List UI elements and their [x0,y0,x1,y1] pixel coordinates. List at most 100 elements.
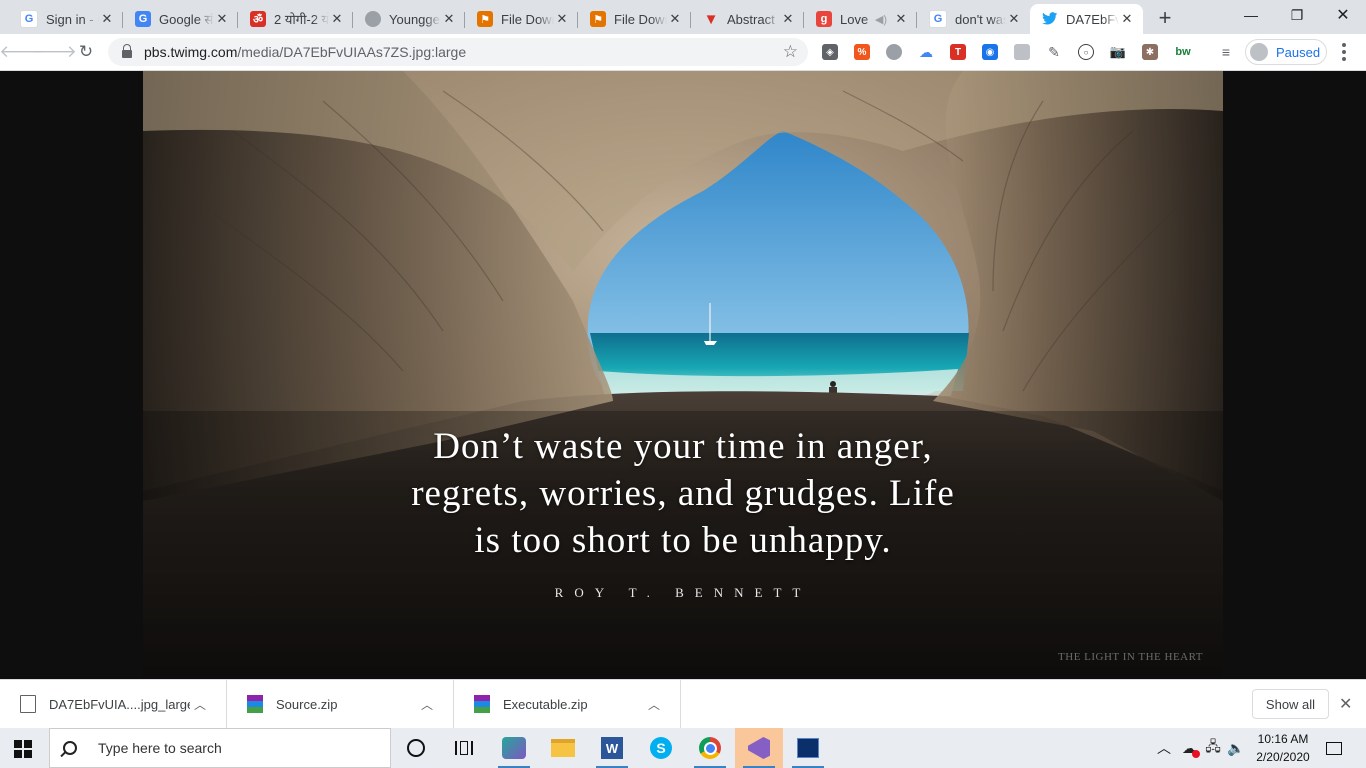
tab-younggeeks[interactable]: Younggeeks ✕ [353,4,465,34]
download-item[interactable]: Source.zip ︿ [227,680,454,728]
tab-love[interactable]: g Love ◀) ✕ [804,4,917,34]
download-item[interactable]: DA7EbFvUIA....jpg_large ︿ [0,680,227,728]
search-placeholder: Type here to search [98,740,222,756]
menu-kebab-icon[interactable] [1336,42,1352,62]
extension-icon[interactable]: % [854,44,870,60]
close-icon[interactable]: ✕ [780,11,796,27]
extension-icon[interactable]: ○ [1078,44,1094,60]
media-queue-icon[interactable]: ≡ [1218,44,1234,60]
chrome-icon[interactable] [686,728,734,768]
close-icon[interactable]: ✕ [1119,11,1135,27]
google-g-icon: G [20,10,38,28]
address-bar[interactable]: pbs.twimg.com/media/DA7EbFvUIAAs7ZS.jpg:… [108,38,808,66]
reload-button[interactable]: ↻ [72,38,100,66]
tab-sign-in[interactable]: G Sign in - Google Accounts ✕ [8,4,123,34]
tab-title: DA7EbFvUIAAs7ZS.jpg [1066,11,1119,27]
close-icon[interactable]: ✕ [214,11,230,27]
task-view-icon[interactable] [440,728,488,768]
word-icon[interactable]: W [588,728,636,768]
extension-icon[interactable]: ◈ [822,44,838,60]
download-item[interactable]: Executable.zip ︿ [454,680,681,728]
tab-abstract[interactable]: ▼ Abstract ✕ [691,4,804,34]
chevron-up-icon[interactable]: ︿ [417,696,437,713]
google-translate-icon: G [135,11,151,27]
close-icon[interactable]: ✕ [1339,694,1352,714]
tab-title: File Download [501,11,554,27]
image-credit: THE LIGHT IN THE HEART [1058,651,1203,663]
bookmark-star-icon[interactable]: ☆ [783,42,798,62]
clock-time: 10:16 AM [1257,732,1309,746]
tab-title: Love [840,11,869,27]
camera-icon[interactable]: 📷 [1110,44,1126,60]
chevron-up-icon[interactable]: ︿ [1155,728,1173,768]
system-clock[interactable]: 10:16 AM 2/20/2020 [1250,730,1316,766]
tab-active-image[interactable]: DA7EbFvUIAAs7ZS.jpg ✕ [1030,4,1143,34]
image-viewer: Don’t waste your time in anger, regrets,… [0,71,1366,679]
chevron-up-icon[interactable]: ︿ [644,696,664,713]
eyedropper-icon[interactable]: ✎ [1046,44,1062,60]
tab-yogi[interactable]: ॐ 2 योगी-2 योगी ✕ [238,4,353,34]
clock-date: 2/20/2020 [1256,750,1310,764]
close-icon[interactable]: ✕ [329,11,345,27]
profile-status: Paused [1276,44,1321,60]
visual-studio-icon[interactable] [735,728,783,768]
extension-icon[interactable] [1014,44,1030,60]
speaker-muted-icon[interactable]: ◀) [875,13,887,26]
file-explorer-icon[interactable] [539,728,587,768]
cortana-icon[interactable] [392,728,440,768]
download-shelf: DA7EbFvUIA....jpg_large ︿ Source.zip ︿ E… [0,679,1366,728]
tab-google[interactable]: G Google संग्रह ✕ [123,4,238,34]
volume-icon[interactable]: 🔈 [1226,728,1246,768]
extension-icon[interactable]: ✱ [1142,44,1158,60]
extension-icon[interactable]: T [950,44,966,60]
quote-author: ROY T. BENNETT [554,585,812,600]
om-icon: ॐ [250,11,266,27]
triangle-v-icon: ▼ [703,10,719,28]
profile-button[interactable]: Paused [1245,39,1327,65]
chevron-up-icon[interactable]: ︿ [190,696,210,713]
tab-title: don't waste [955,11,1006,27]
layers-app-icon[interactable] [490,728,538,768]
cave-photo: Don’t waste your time in anger, regrets,… [143,71,1223,679]
restore-button[interactable]: ❐ [1274,0,1320,30]
tab-title: 2 योगी-2 योगी [274,12,329,27]
lock-icon[interactable] [122,44,132,58]
extension-icon[interactable]: bw [1174,44,1192,60]
download-filename: DA7EbFvUIA....jpg_large [49,696,190,712]
quote-line: is too short to be unhappy. [474,520,892,561]
avatar [1250,43,1268,61]
close-icon[interactable]: ✕ [667,11,683,27]
close-icon[interactable]: ✕ [893,11,909,27]
tab-dont-waste[interactable]: G don't waste ✕ [917,4,1030,34]
windows-taskbar: Type here to search W S ︿ ☁ 🖧 🔈 10:16 AM… [0,728,1366,768]
close-icon[interactable]: ✕ [1006,11,1022,27]
tab-title: Younggeeks [389,11,441,27]
show-all-button[interactable]: Show all [1252,689,1329,719]
close-icon[interactable]: ✕ [441,11,457,27]
window-close-button[interactable]: ✕ [1320,0,1366,30]
google-g-icon: G [929,10,947,28]
skype-icon[interactable]: S [637,728,685,768]
extension-icon[interactable]: ◉ [982,44,998,60]
forward-button[interactable]: 🡒 [31,38,77,66]
taskbar-search-box[interactable]: Type here to search [49,728,391,768]
notifications-icon[interactable] [1322,728,1346,768]
extension-icon[interactable] [886,44,902,60]
minimize-button[interactable]: — [1228,0,1274,30]
windows-start-icon[interactable] [14,740,32,758]
new-tab-button[interactable]: + [1151,4,1179,32]
network-icon[interactable]: 🖧 [1203,728,1223,768]
monitor-app-icon[interactable] [784,728,832,768]
tab-file-download-2[interactable]: ⚑ File Download ✕ [578,4,691,34]
tab-title: Google संग्रह [159,12,214,27]
quote-text: Don’t waste your time in anger, regrets,… [143,423,1223,564]
close-icon[interactable]: ✕ [99,11,115,27]
url-text[interactable]: pbs.twimg.com/media/DA7EbFvUIAAs7ZS.jpg:… [144,44,466,60]
tab-title: Sign in - Google Accounts [46,11,99,27]
close-icon[interactable]: ✕ [554,11,570,27]
tab-file-download-1[interactable]: ⚑ File Download ✕ [465,4,578,34]
quote-line: Don’t waste your time in anger, [433,426,933,467]
onedrive-error-icon[interactable]: ☁ [1179,728,1200,768]
cloud-icon[interactable]: ☁ [918,44,934,60]
winrar-icon [474,695,490,713]
